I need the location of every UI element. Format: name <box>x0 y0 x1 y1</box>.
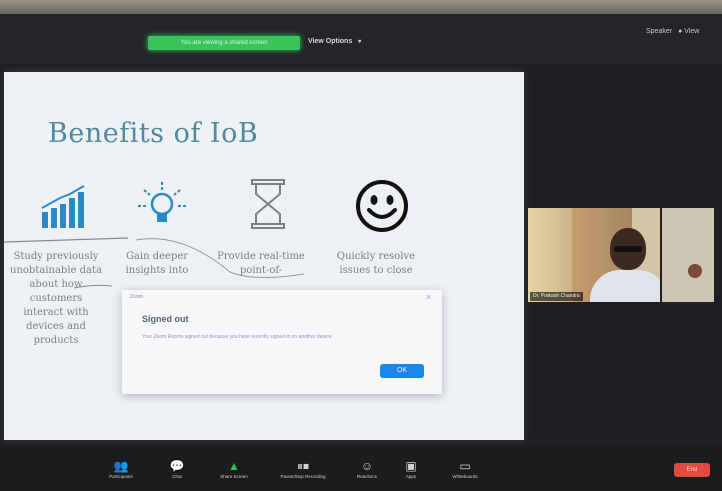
chat-icon: 💬 <box>169 459 185 473</box>
chat-label: Chat <box>172 474 182 479</box>
speaker-view-label: Speaker <box>646 28 673 35</box>
dialog-message: Your Zoom Rooms signed out because you h… <box>142 334 333 340</box>
participant-glasses <box>614 246 642 252</box>
share-screen-button[interactable]: ▲ Share Screen <box>203 460 265 481</box>
share-screen-icon: ▲ <box>228 459 240 473</box>
close-icon[interactable]: × <box>426 292 431 302</box>
screen-share-banner[interactable]: You are viewing a shared screen <box>148 36 300 50</box>
chat-button[interactable]: 💬 Chat <box>146 460 208 481</box>
dialog-app-name: Zoom <box>130 294 143 300</box>
lightbulb-icon <box>138 182 186 222</box>
apps-icon: ▣ <box>405 459 417 473</box>
view-options-label: View Options <box>308 38 353 45</box>
whiteboard-icon: ▭ <box>459 459 471 473</box>
participant-name-tag: Dr. Prakash Chandra <box>530 292 583 301</box>
benefit-text-2: Gain deeper insights into <box>125 251 189 276</box>
share-screen-label: Share Screen <box>220 474 248 479</box>
apps-label: Apps <box>405 474 417 479</box>
self-view-object <box>688 264 702 278</box>
view-options-button[interactable]: View Options ▾ <box>308 36 361 48</box>
participants-icon: 👥 <box>113 459 129 473</box>
apps-button[interactable]: ▣ Apps <box>380 460 442 481</box>
pause-stop-icon: ⏸⏹ <box>296 459 309 473</box>
ok-button[interactable]: OK <box>380 364 424 378</box>
end-meeting-button[interactable]: End <box>674 463 710 477</box>
gallery-view-label: ● View <box>678 28 700 35</box>
dialog-title: Signed out <box>142 314 189 324</box>
benefit-text-4: Quickly resolve issues to close <box>336 251 416 276</box>
benefit-text-3: Provide real-time point-of- <box>217 251 305 276</box>
participants-label: Participants <box>109 474 133 479</box>
chevron-down-icon: ▾ <box>358 39 362 45</box>
view-switcher[interactable]: Speaker ● View <box>640 26 699 38</box>
bar-chart-icon <box>41 185 85 228</box>
record-button[interactable]: ⏸⏹ Pause/Stop Recording <box>272 460 334 481</box>
record-label: Pause/Stop Recording <box>280 474 326 479</box>
whiteboards-label: Whiteboards <box>452 474 478 479</box>
whiteboards-button[interactable]: ▭ Whiteboards <box>434 460 496 481</box>
self-view-tile[interactable] <box>662 208 714 302</box>
participants-button[interactable]: 👥 Participants <box>90 460 152 481</box>
smiley-icon <box>356 180 408 232</box>
slide-title: Benefits of IoB <box>48 118 259 149</box>
participant-video-tile[interactable]: Dr. Prakash Chandra <box>528 208 660 302</box>
signed-out-dialog: Zoom × Signed out Your Zoom Rooms signed… <box>122 290 442 394</box>
benefit-text-1: Study previously unobtainable data about… <box>10 251 102 346</box>
hourglass-icon <box>251 179 285 229</box>
video-background <box>528 208 572 302</box>
